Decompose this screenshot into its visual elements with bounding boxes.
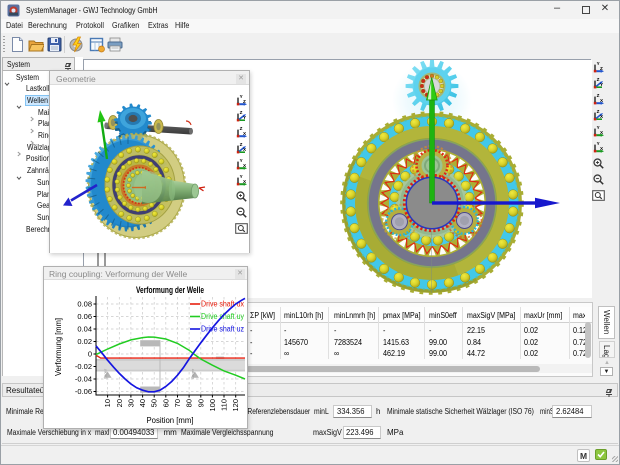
svg-text:80: 80 [185,399,194,407]
svg-text:110: 110 [220,399,229,411]
svg-text:X: X [243,131,247,136]
svg-text:0.02: 0.02 [77,337,92,346]
svg-text:0.08: 0.08 [77,300,92,309]
svg-text:Lager: Lager [103,368,108,379]
svg-text:70: 70 [173,399,182,407]
svg-text:100: 100 [208,399,217,412]
svg-text:0.04: 0.04 [77,325,92,334]
svg-text:30: 30 [126,399,135,407]
svg-text:0: 0 [88,350,92,359]
svg-text:-0.06: -0.06 [75,387,92,396]
svg-text:50: 50 [150,399,159,407]
svg-text:40: 40 [138,399,147,407]
svg-text:Drive shaft ux: Drive shaft ux [201,300,244,309]
svg-text:Y: Y [243,115,246,120]
svg-text:X: X [243,179,247,184]
svg-text:60: 60 [161,399,170,407]
svg-text:X: X [243,147,247,152]
svg-text:120: 120 [231,399,240,412]
svg-text:Verformung der Welle: Verformung der Welle [136,285,204,295]
svg-text:Z: Z [600,66,603,71]
svg-text:-0.04: -0.04 [75,375,92,384]
svg-text:Z: Z [243,99,246,104]
svg-text:X: X [243,163,247,168]
svg-text:Y: Y [600,82,603,87]
svg-text:Verformung [mm]: Verformung [mm] [54,318,63,376]
svg-text:90: 90 [196,399,205,407]
svg-text:-0.02: -0.02 [75,362,92,371]
svg-text:0.06: 0.06 [77,312,92,321]
svg-text:20: 20 [115,399,124,407]
svg-text:X: X [600,130,604,135]
svg-text:Lager: Lager [190,368,195,379]
svg-text:Drive shaft uz: Drive shaft uz [201,325,244,334]
svg-text:X: X [600,98,604,103]
svg-text:X: X [600,114,604,119]
svg-text:Position [mm]: Position [mm] [147,415,194,425]
svg-text:X: X [600,146,604,151]
svg-text:10: 10 [103,399,112,407]
